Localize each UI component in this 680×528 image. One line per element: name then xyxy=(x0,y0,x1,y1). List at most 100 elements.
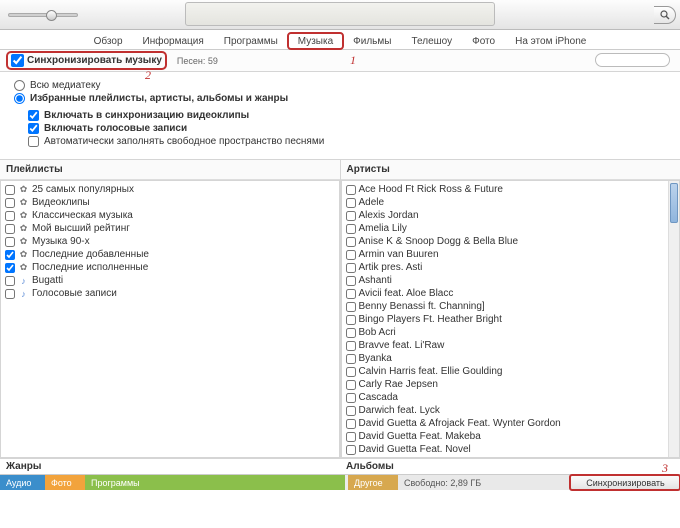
artist-checkbox[interactable] xyxy=(346,432,356,442)
artist-checkbox[interactable] xyxy=(346,419,356,429)
playlist-checkbox[interactable] xyxy=(5,224,15,234)
artist-checkbox[interactable] xyxy=(346,302,356,312)
radio-all-library[interactable] xyxy=(14,80,25,91)
playlist-checkbox[interactable] xyxy=(5,263,15,273)
artist-item[interactable]: Ashanti xyxy=(342,274,680,287)
artist-checkbox[interactable] xyxy=(346,224,356,234)
checkbox-include-voice[interactable] xyxy=(28,123,39,134)
artist-label: Amelia Lily xyxy=(359,223,407,234)
artist-item[interactable]: Armin van Buuren xyxy=(342,248,680,261)
playlist-label: 25 самых популярных xyxy=(32,184,134,195)
smart-playlist-icon: ✿ xyxy=(18,197,29,208)
artist-label: Artik pres. Asti xyxy=(359,262,423,273)
artist-checkbox[interactable] xyxy=(346,289,356,299)
artist-label: Anise K & Snoop Dogg & Bella Blue xyxy=(359,236,519,247)
artist-item[interactable]: Cascada xyxy=(342,391,680,404)
artist-checkbox[interactable] xyxy=(346,250,356,260)
playlist-item[interactable]: ✿Мой высший рейтинг xyxy=(1,222,339,235)
tab-музыка[interactable]: Музыка xyxy=(288,33,343,49)
artist-checkbox[interactable] xyxy=(346,315,356,325)
artist-label: Carly Rae Jepsen xyxy=(359,379,438,390)
search-input[interactable] xyxy=(595,53,670,67)
artist-item[interactable]: Carly Rae Jepsen xyxy=(342,378,680,391)
checkbox-include-videos[interactable] xyxy=(28,110,39,121)
artist-checkbox[interactable] xyxy=(346,341,356,351)
playlist-item[interactable]: ✿Последние добавленные xyxy=(1,248,339,261)
artist-label: David Guetta & Afrojack Feat. Wynter Gor… xyxy=(359,418,561,429)
artist-item[interactable]: Calvin Harris feat. Ellie Goulding xyxy=(342,365,680,378)
artist-label: Armin van Buuren xyxy=(359,249,439,260)
artist-item[interactable]: Anise K & Snoop Dogg & Bella Blue xyxy=(342,235,680,248)
artist-checkbox[interactable] xyxy=(346,367,356,377)
artists-scrollbar[interactable] xyxy=(668,181,679,457)
artists-column: Артисты Ace Hood Ft Rick Ross & FutureAd… xyxy=(341,160,680,458)
artist-item[interactable]: Alexis Jordan xyxy=(342,209,680,222)
volume-slider[interactable] xyxy=(8,8,78,22)
playlist-checkbox[interactable] xyxy=(5,289,15,299)
radio-selected-items[interactable] xyxy=(14,93,25,104)
artist-checkbox[interactable] xyxy=(346,393,356,403)
sync-music-label: Синхронизировать музыку xyxy=(27,55,162,66)
playlist-item[interactable]: ✿25 самых популярных xyxy=(1,183,339,196)
artist-label: Avicii feat. Aloe Blacc xyxy=(359,288,454,299)
tab-на этом iphone[interactable]: На этом iPhone xyxy=(505,33,596,49)
sync-button[interactable]: Синхронизировать xyxy=(570,475,680,490)
artist-item[interactable]: Bingo Players Ft. Heather Bright xyxy=(342,313,680,326)
artist-checkbox[interactable] xyxy=(346,198,356,208)
artist-label: David Guetta Feat. Makeba xyxy=(359,431,481,442)
tab-телешоу[interactable]: Телешоу xyxy=(401,33,462,49)
artist-checkbox[interactable] xyxy=(346,380,356,390)
artist-item[interactable]: Artik pres. Asti xyxy=(342,261,680,274)
tab-фильмы[interactable]: Фильмы xyxy=(343,33,401,49)
playlist-item[interactable]: ♪Bugatti xyxy=(1,274,339,287)
artist-checkbox[interactable] xyxy=(346,445,356,455)
artist-checkbox[interactable] xyxy=(346,276,356,286)
checkbox-autofill[interactable] xyxy=(28,136,39,147)
tab-информация[interactable]: Информация xyxy=(133,33,214,49)
artist-item[interactable]: Adele xyxy=(342,196,680,209)
playlist-checkbox[interactable] xyxy=(5,250,15,260)
artist-checkbox[interactable] xyxy=(346,211,356,221)
artist-item[interactable]: Ace Hood Ft Rick Ross & Future xyxy=(342,183,680,196)
checkbox-voice-label: Включать голосовые записи xyxy=(44,123,187,134)
artist-checkbox[interactable] xyxy=(346,354,356,364)
artist-item[interactable]: David Guetta & Afrojack Feat. Wynter Gor… xyxy=(342,417,680,430)
playlist-checkbox[interactable] xyxy=(5,185,15,195)
artist-item[interactable]: David Guetta Feat. Makeba xyxy=(342,430,680,443)
capacity-free: Свободно: 2,89 ГБ xyxy=(398,475,570,490)
artist-item[interactable]: David Guetta Feat. Novel xyxy=(342,443,680,456)
artist-checkbox[interactable] xyxy=(346,185,356,195)
artist-item[interactable]: Benny Benassi ft. Channing] xyxy=(342,300,680,313)
artist-item[interactable]: Darwich feat. Lyck xyxy=(342,404,680,417)
artist-label: Darwich feat. Lyck xyxy=(359,405,440,416)
artist-item[interactable]: Bob Acri xyxy=(342,326,680,339)
playlist-item[interactable]: ✿Видеоклипы xyxy=(1,196,339,209)
playlist-item[interactable]: ✿Классическая музыка xyxy=(1,209,339,222)
nav-tabs: ОбзорИнформацияПрограммыМузыкаФильмыТеле… xyxy=(0,30,680,50)
playlist-checkbox[interactable] xyxy=(5,276,15,286)
artist-item[interactable]: Amelia Lily xyxy=(342,222,680,235)
sync-music-checkbox[interactable]: Синхронизировать музыку xyxy=(8,53,165,68)
artist-checkbox[interactable] xyxy=(346,263,356,273)
smart-playlist-icon: ✿ xyxy=(18,184,29,195)
artist-item[interactable]: Byanka xyxy=(342,352,680,365)
artist-checkbox[interactable] xyxy=(346,328,356,338)
playlist-checkbox[interactable] xyxy=(5,211,15,221)
playlist-item[interactable]: ♪Голосовые записи xyxy=(1,287,339,300)
annotation-3: 3 xyxy=(662,461,668,476)
tab-программы[interactable]: Программы xyxy=(214,33,288,49)
tab-фото[interactable]: Фото xyxy=(462,33,505,49)
artist-item[interactable]: Avicii feat. Aloe Blacc xyxy=(342,287,680,300)
artist-checkbox[interactable] xyxy=(346,237,356,247)
artist-item[interactable]: Bravve feat. Li'Raw xyxy=(342,339,680,352)
playlist-item[interactable]: ✿Музыка 90-х xyxy=(1,235,339,248)
albums-header: Альбомы xyxy=(340,459,680,474)
playlist-checkbox[interactable] xyxy=(5,198,15,208)
capacity-other: Другое xyxy=(348,475,398,490)
search-toggle-button[interactable] xyxy=(654,6,676,24)
sync-music-checkbox-input[interactable] xyxy=(11,54,24,67)
artist-checkbox[interactable] xyxy=(346,406,356,416)
playlist-item[interactable]: ✿Последние исполненные xyxy=(1,261,339,274)
tab-обзор[interactable]: Обзор xyxy=(84,33,133,49)
playlist-checkbox[interactable] xyxy=(5,237,15,247)
